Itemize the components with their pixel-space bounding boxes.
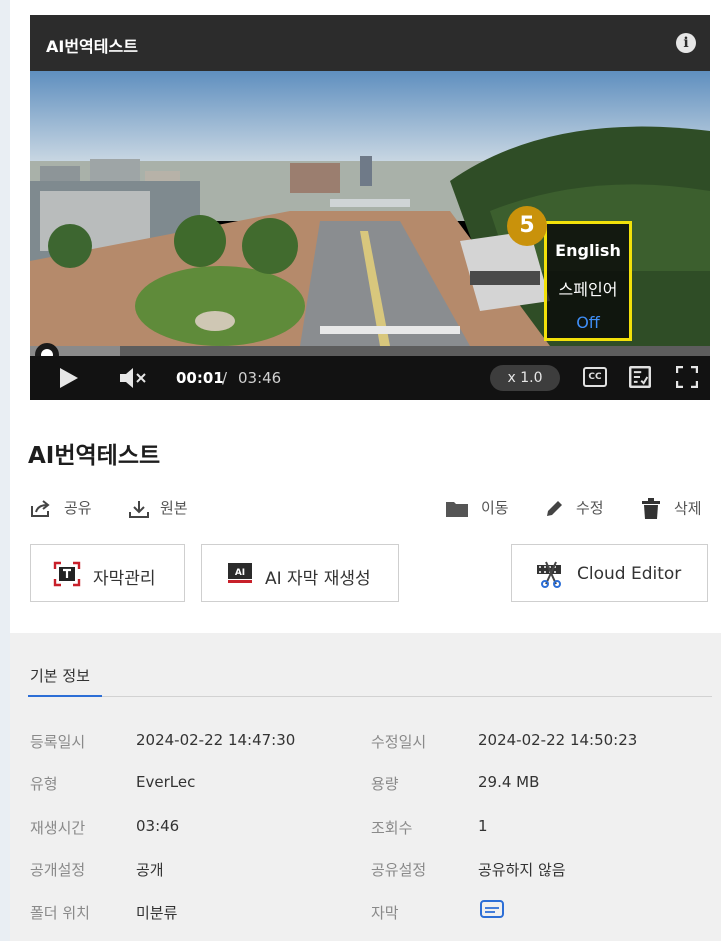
svg-text:AI: AI <box>235 568 245 578</box>
info-panel <box>10 633 721 941</box>
cloud-editor-button[interactable]: Cloud Editor <box>511 544 708 602</box>
time-separator: / <box>222 369 228 387</box>
registered-date-value: 2024-02-22 14:47:30 <box>136 731 296 749</box>
total-time: 03:46 <box>238 369 282 387</box>
registered-date-label: 등록일시 <box>30 733 86 751</box>
fullscreen-icon[interactable] <box>676 366 698 388</box>
tab-active-indicator <box>28 695 102 697</box>
film-scissors-icon <box>537 561 561 588</box>
subtitle-manage-icon <box>53 561 81 587</box>
type-value: EverLec <box>136 773 196 791</box>
player-title: AI번역테스트 <box>46 37 138 56</box>
subtitle-label: 자막 <box>371 904 399 922</box>
subtitle-manage-label: 자막관리 <box>93 569 156 589</box>
video-player[interactable]: AI번역테스트 i 00:01 / 03:46 x 1.0 CC English… <box>30 15 710 400</box>
modified-date-value: 2024-02-22 14:50:23 <box>478 731 638 749</box>
view-count-label: 조회수 <box>371 819 413 837</box>
tab-basic-info[interactable]: 기본 정보 <box>30 665 90 686</box>
cloud-editor-label: Cloud Editor <box>577 564 682 584</box>
duration-label: 재생시간 <box>30 819 86 837</box>
play-icon[interactable] <box>60 368 78 388</box>
ai-subtitle-regenerate-button[interactable]: AI AI 자막 재생성 <box>201 544 399 602</box>
transcript-icon[interactable] <box>629 366 651 388</box>
share-setting-label: 공유설정 <box>371 861 427 879</box>
ai-subtitle-icon: AI <box>228 563 252 583</box>
move-button[interactable]: 이동 <box>445 498 509 518</box>
delete-label: 삭제 <box>674 499 702 518</box>
download-icon <box>129 500 149 518</box>
player-controls: 00:01 / 03:46 x 1.0 CC <box>30 356 710 400</box>
file-size-value: 29.4 MB <box>478 773 540 791</box>
folder-location-value: 미분류 <box>136 904 178 922</box>
move-label: 이동 <box>481 499 509 517</box>
subtitle-option-english[interactable]: English <box>547 241 629 260</box>
subtitle-manage-button[interactable]: 자막관리 <box>30 544 185 602</box>
visibility-label: 공개설정 <box>30 861 86 879</box>
original-label: 원본 <box>160 499 188 517</box>
type-label: 유형 <box>30 775 58 793</box>
playback-speed-button[interactable]: x 1.0 <box>490 365 560 391</box>
edit-label: 수정 <box>576 499 604 517</box>
original-download-button[interactable]: 원본 <box>128 498 188 518</box>
visibility-value: 공개 <box>136 861 164 879</box>
view-count-value: 1 <box>478 817 488 835</box>
folder-icon <box>446 501 468 517</box>
pencil-icon <box>547 500 562 516</box>
ai-subtitle-regenerate-label: AI 자막 재생성 <box>265 569 371 589</box>
folder-location-label: 폴더 위치 <box>30 904 90 922</box>
subtitle-language-menu: English 스페인어 Off <box>544 221 632 341</box>
trash-icon <box>642 498 660 519</box>
closed-caption-icon[interactable]: CC <box>583 367 607 387</box>
video-title: AI번역테스트 <box>28 443 161 469</box>
subtitle-icon[interactable] <box>480 900 504 918</box>
mute-icon[interactable] <box>118 366 148 390</box>
share-label: 공유 <box>64 499 92 517</box>
step-badge: 5 <box>507 206 547 246</box>
duration-value: 03:46 <box>136 817 180 835</box>
info-icon[interactable]: i <box>676 33 696 53</box>
share-icon <box>31 499 50 517</box>
subtitle-option-spanish[interactable]: 스페인어 <box>547 276 629 300</box>
delete-button[interactable]: 삭제 <box>641 498 702 519</box>
share-setting-value: 공유하지 않음 <box>478 861 566 879</box>
tab-divider <box>102 696 712 697</box>
current-time: 00:01 <box>176 369 224 387</box>
modified-date-label: 수정일시 <box>371 733 427 751</box>
subtitle-option-off[interactable]: Off <box>547 313 629 332</box>
progress-bar[interactable] <box>30 346 710 356</box>
share-button[interactable]: 공유 <box>30 498 92 518</box>
edit-button[interactable]: 수정 <box>544 498 604 518</box>
file-size-label: 용량 <box>371 775 399 793</box>
player-title-bar: AI번역테스트 i <box>30 15 710 71</box>
